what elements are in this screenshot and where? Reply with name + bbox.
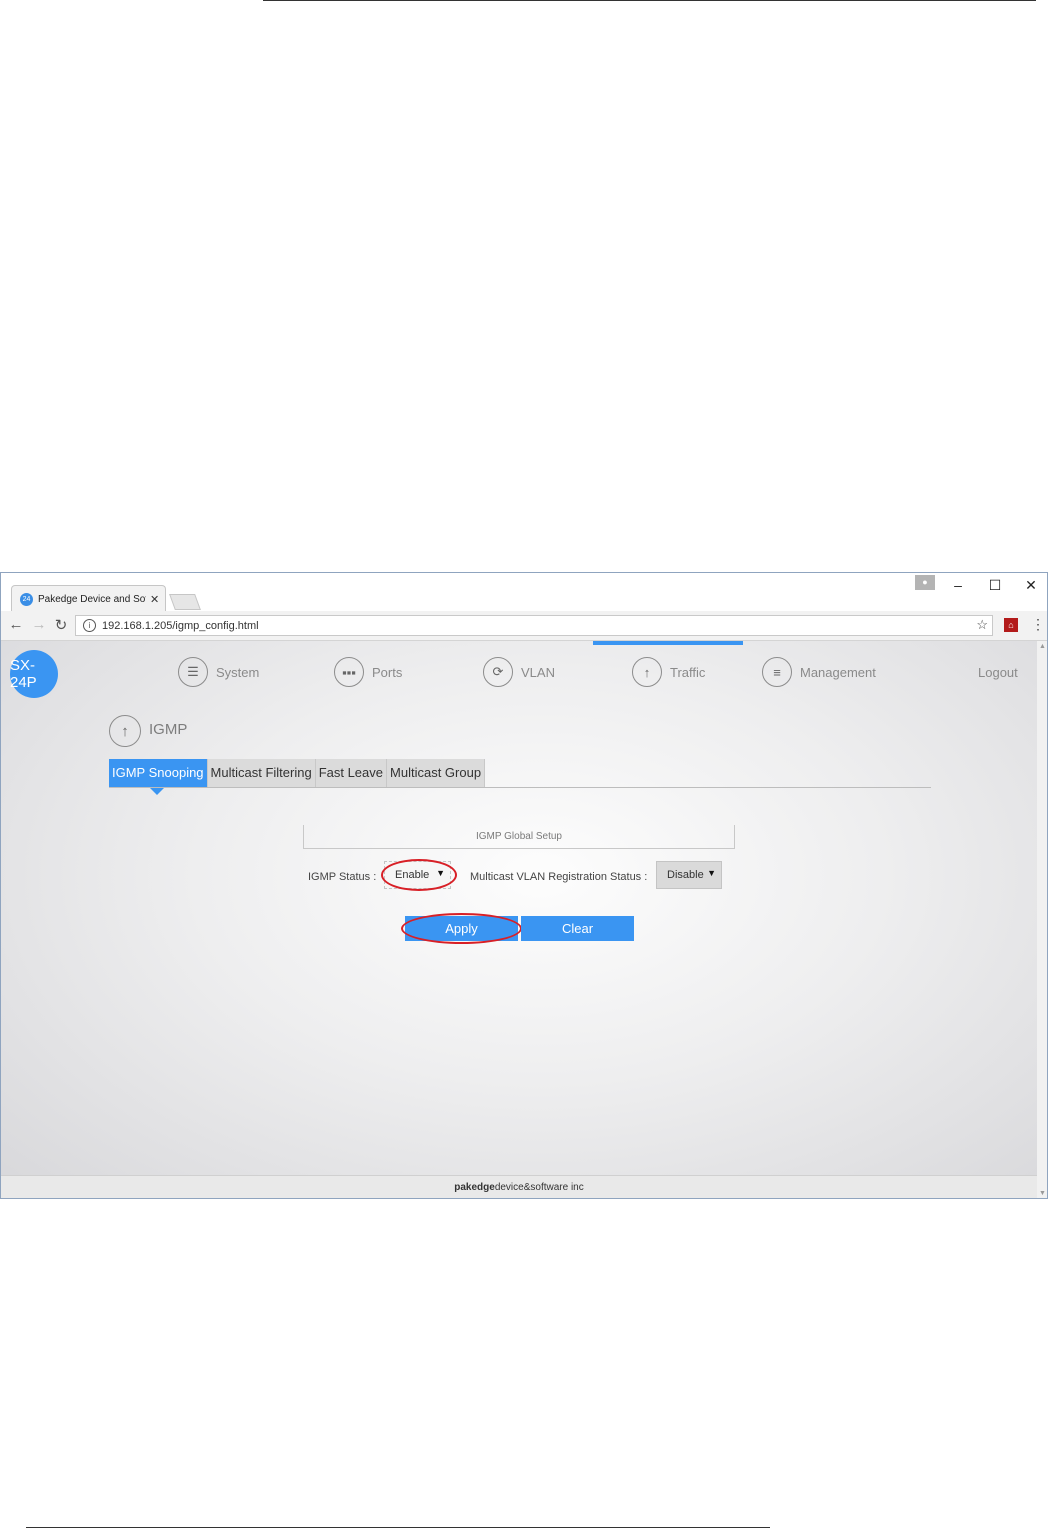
nav-traffic[interactable]: ↑ Traffic — [632, 656, 705, 688]
nav-system[interactable]: ☰ System — [178, 656, 259, 688]
page-viewport: SX-24P ☰ System ▪▪▪ Ports ⟳ VLAN ↑ Traff… — [1, 641, 1037, 1198]
nav-ports[interactable]: ▪▪▪ Ports — [334, 656, 402, 688]
tab-igmp-snooping[interactable]: IGMP Snooping — [109, 759, 208, 795]
browser-window: 24 Pakedge Device and Soft ✕ ● – ☐ ✕ ← →… — [0, 572, 1048, 1199]
subtab-divider — [109, 787, 931, 788]
panel-title: IGMP Global Setup — [303, 825, 735, 849]
igmp-status-label: IGMP Status : — [308, 871, 377, 883]
footer-brand-rest: device&software inc — [494, 1182, 584, 1193]
profile-icon[interactable]: ● — [915, 575, 935, 590]
info-icon[interactable]: i — [83, 619, 96, 632]
logout-link[interactable]: Logout — [978, 665, 1018, 680]
arrow-up-icon: ↑ — [632, 657, 662, 687]
nav-label: Traffic — [670, 664, 706, 680]
nav-label: Management — [800, 664, 876, 680]
browser-toolbar: ← → ↻ i 192.168.1.205/igmp_config.html ☆… — [1, 611, 1047, 641]
nav-label: System — [216, 664, 260, 680]
more-vertical-icon[interactable]: ⋮ — [1031, 616, 1045, 633]
footer-brand-bold: pakedge — [454, 1182, 495, 1193]
igmp-status-value: Enable — [395, 869, 430, 881]
nav-active-indicator — [593, 641, 743, 645]
arrow-up-icon: ↑ — [109, 715, 141, 747]
browser-titlebar: 24 Pakedge Device and Soft ✕ ● – ☐ ✕ — [1, 573, 1047, 612]
network-icon: ⟳ — [483, 657, 513, 687]
ports-icon: ▪▪▪ — [334, 657, 364, 687]
tab-multicast-filtering[interactable]: Multicast Filtering — [207, 759, 316, 787]
clear-button[interactable]: Clear — [521, 916, 634, 941]
scroll-down-icon[interactable]: ▼ — [1039, 1190, 1046, 1197]
menu-lines-icon: ≡ — [762, 657, 792, 687]
nav-management[interactable]: ≡ Management — [762, 656, 876, 688]
document-top-rule — [263, 0, 1036, 1]
subtab-bar: IGMP Snooping Multicast Filtering Fast L… — [109, 759, 486, 795]
mvr-status-value: Disable — [667, 869, 704, 881]
address-bar[interactable]: i 192.168.1.205/igmp_config.html ☆ — [75, 615, 993, 636]
tab-title: Pakedge Device and Soft — [38, 593, 146, 605]
sliders-icon: ☰ — [178, 657, 208, 687]
caret-down-icon: ▼ — [436, 868, 445, 878]
mvr-status-select[interactable]: Disable ▼ — [656, 861, 722, 889]
igmp-status-select[interactable]: Enable ▼ — [384, 861, 451, 889]
nav-vlan[interactable]: ⟳ VLAN — [483, 656, 555, 688]
page-title: IGMP — [149, 721, 188, 738]
vertical-scrollbar[interactable]: ▲ ▼ — [1037, 641, 1047, 1198]
apply-button[interactable]: Apply — [405, 916, 518, 941]
minimize-icon[interactable]: – — [948, 577, 968, 593]
tab-fast-leave[interactable]: Fast Leave — [315, 759, 388, 787]
tab-multicast-group[interactable]: Multicast Group — [387, 759, 486, 787]
nav-label: VLAN — [521, 664, 555, 680]
browser-tab[interactable]: 24 Pakedge Device and Soft ✕ — [11, 585, 166, 612]
mvr-status-label: Multicast VLAN Registration Status : — [470, 871, 648, 883]
scroll-up-icon[interactable]: ▲ — [1039, 643, 1046, 650]
reload-icon[interactable]: ↻ — [52, 616, 70, 634]
page-footer: pakedgedevice&software inc — [1, 1175, 1037, 1198]
pdf-extension-icon[interactable]: ⌂ — [1004, 618, 1018, 632]
arrow-left-icon[interactable]: ← — [7, 616, 25, 633]
caret-down-icon: ▼ — [707, 868, 716, 878]
close-icon[interactable]: ✕ — [1021, 577, 1041, 594]
device-logo[interactable]: SX-24P — [10, 650, 58, 698]
favicon-icon: 24 — [20, 592, 33, 606]
tab-close-icon[interactable]: ✕ — [150, 593, 159, 606]
arrow-right-icon[interactable]: → — [30, 616, 48, 633]
new-tab-button[interactable] — [169, 594, 201, 610]
nav-label: Ports — [372, 664, 403, 680]
maximize-icon[interactable]: ☐ — [985, 577, 1005, 594]
url-text: 192.168.1.205/igmp_config.html — [102, 619, 259, 632]
star-icon[interactable]: ☆ — [976, 617, 988, 633]
